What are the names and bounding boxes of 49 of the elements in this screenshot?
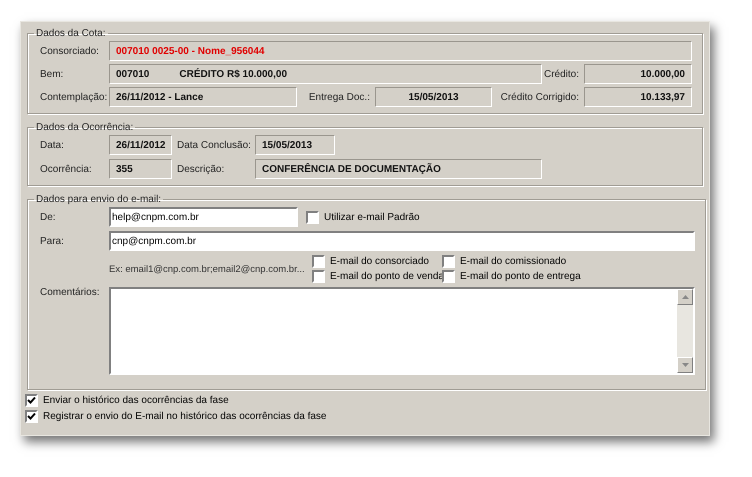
- field-label: Para:: [40, 236, 65, 246]
- field-label: Consorciado:: [40, 46, 100, 56]
- field-label: Comentários:: [40, 287, 100, 298]
- field-label: Crédito Corrigido:: [500, 92, 580, 102]
- checkbox-label: E-mail do ponto de entrega: [460, 271, 581, 282]
- checkbox[interactable]: [312, 270, 325, 283]
- para-field[interactable]: cnp@cnpm.com.br: [109, 231, 695, 251]
- checkbox[interactable]: [306, 210, 319, 224]
- descricao-field: CONFERÊNCIA DE DOCUMENTAÇÃO: [255, 159, 542, 179]
- section-title: Dados para envio do e-mail:: [35, 194, 162, 205]
- comentarios-field[interactable]: [109, 287, 695, 375]
- checkbox[interactable]: [442, 255, 455, 268]
- checkbox[interactable]: [25, 394, 38, 407]
- contemplacao-field: 26/11/2012 - Lance: [109, 87, 297, 107]
- data-conclusao-field: 15/05/2013: [255, 135, 335, 155]
- checkbox[interactable]: [25, 410, 38, 423]
- ocorrencia-field: 355: [109, 159, 172, 179]
- checkbox[interactable]: [442, 270, 455, 283]
- credito-corrigido-field: 10.133,97: [584, 87, 692, 107]
- data-field: 26/11/2012: [109, 135, 172, 155]
- checkbox-label: Registrar o envio do E-mail no histórico das ocorrências da fase: [43, 411, 326, 422]
- down-arrow-icon: [682, 363, 688, 367]
- checkbox[interactable]: [312, 255, 325, 268]
- field-label: Contemplação:: [40, 92, 108, 102]
- checkbox-label: Enviar o histórico das ocorrências da fase: [43, 395, 229, 406]
- bem-description: CRÉDITO R$ 10.000,00: [179, 68, 288, 80]
- field-label: Entrega Doc.:: [308, 92, 371, 102]
- field-label: Data Conclusão:: [176, 140, 252, 150]
- field-label: Descrição:: [176, 164, 226, 174]
- checkbox-label: E-mail do comissionado: [460, 256, 566, 267]
- section-title: Dados da Ocorrência:: [35, 122, 134, 133]
- scroll-down-button[interactable]: [677, 357, 693, 373]
- field-label: Ocorrência:: [40, 164, 93, 174]
- field-label: Crédito:: [542, 68, 580, 80]
- field-label: Data:: [40, 140, 65, 150]
- hint-text: Ex: email1@cnp.com.br;email2@cnp.com.br...: [109, 264, 306, 274]
- scroll-up-button[interactable]: [677, 289, 693, 305]
- bem-code: 007010: [116, 68, 150, 80]
- consorciado-field: 007010 0025-00 - Nome_956044: [109, 41, 692, 61]
- credito-field: 10.000,00: [584, 64, 692, 84]
- checkbox-label: E-mail do consorciado: [330, 256, 429, 267]
- checkbox-label: Utilizar e-mail Padrão: [324, 212, 420, 222]
- up-arrow-icon: [682, 295, 688, 299]
- field-label: Bem:: [40, 68, 64, 80]
- scrollbar[interactable]: [677, 289, 693, 373]
- entrega-doc-field: 15/05/2013: [375, 87, 492, 107]
- field-label: De:: [40, 212, 57, 222]
- de-field[interactable]: help@cnpm.com.br: [109, 207, 298, 227]
- section-title: Dados da Cota:: [35, 28, 106, 39]
